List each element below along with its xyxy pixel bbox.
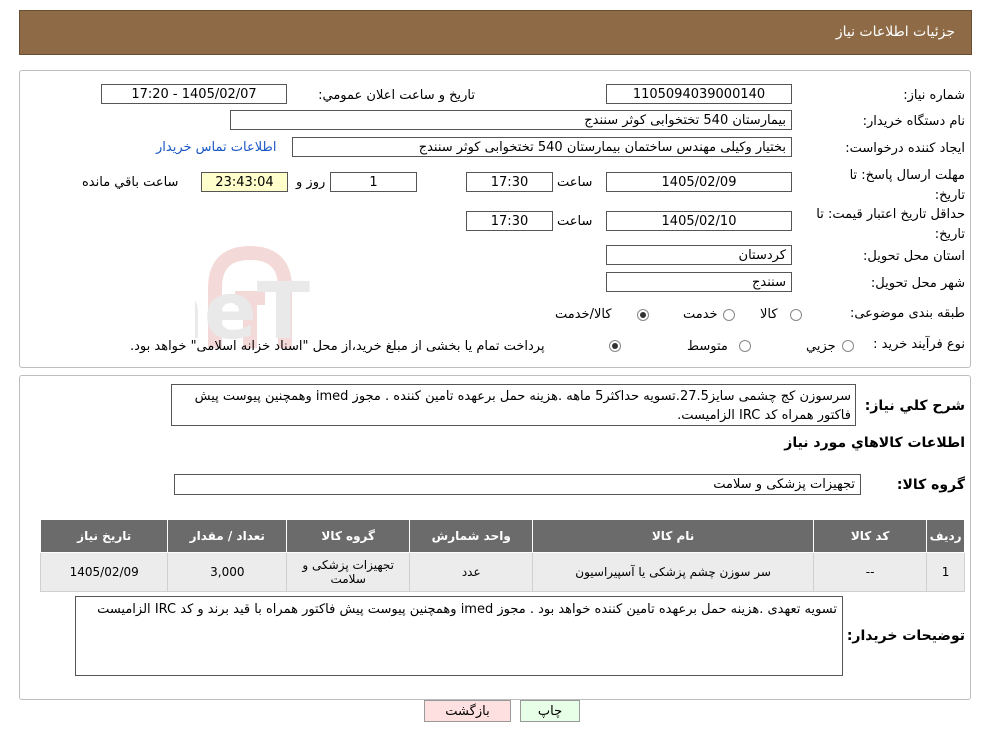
col-code: کد کالا: [812, 519, 928, 553]
process-treasury-checkbox[interactable]: [609, 340, 621, 352]
announce-label: تاریخ و ساعت اعلان عمومي:: [318, 88, 475, 103]
table-row: 1 -- سر سوزن چشم پزشکی یا آسپیراسیون عدد…: [39, 552, 965, 592]
city-label: شهر محل تحویل:: [870, 276, 965, 291]
need-number-label: شماره نیاز:: [903, 88, 965, 103]
province-field: کردستان: [606, 245, 792, 265]
description-label: شرح کلي نياز:: [864, 398, 965, 414]
page-title: جزئیات اطلاعات نیاز: [835, 24, 955, 40]
cell-group: تجهیزات پزشکی و سلامت: [286, 552, 411, 592]
cell-row: 1: [926, 552, 965, 592]
city-field: سنندج: [606, 272, 792, 292]
cell-unit: عدد: [409, 552, 534, 592]
process-medium-label: متوسط: [687, 339, 728, 354]
category-service-radio[interactable]: [723, 309, 735, 321]
requester-label: ايجاد کننده درخواست:: [845, 141, 965, 156]
goods-table: رديف کد کالا نام کالا واحد شمارش گروه کا…: [39, 519, 965, 592]
buyer-org-label: نام دستگاه خريدار:: [862, 114, 965, 129]
goods-group-field: تجهیزات پزشکی و سلامت: [174, 474, 861, 495]
need-number-field: 1105094039000140: [606, 84, 792, 104]
category-goods-service-label: کالا/خدمت: [555, 307, 612, 322]
col-group: گروه کالا: [286, 519, 411, 553]
goods-group-label: گروه کالا:: [896, 477, 965, 493]
cell-name: سر سوزن چشم پزشکی یا آسپیراسیون: [532, 552, 814, 592]
province-label: استان محل تحویل:: [863, 249, 965, 264]
buyer-org-field: بیمارستان 540 تختخوابی کوثر سنندج: [230, 110, 792, 130]
process-medium-radio[interactable]: [739, 340, 751, 352]
cell-code: --: [812, 552, 928, 592]
requester-field: بختیار وکیلی مهندس ساختمان بیمارستان 540…: [292, 137, 792, 157]
col-qty: تعداد / مقدار: [167, 519, 288, 553]
days-label: روز و: [296, 175, 326, 190]
validity-time-field: 17:30: [466, 211, 553, 231]
days-field: 1: [330, 172, 417, 192]
process-minor-label: جزیي: [806, 339, 836, 354]
send-time-label: ساعت: [557, 175, 593, 190]
send-date-field: 1405/02/09: [606, 172, 792, 192]
buyer-contact-link[interactable]: اطلاعات تماس خریدار: [156, 140, 276, 155]
cell-date: 1405/02/09: [39, 552, 169, 592]
category-service-label: خدمت: [683, 307, 718, 322]
print-button[interactable]: چاپ: [520, 700, 580, 722]
col-unit: واحد شمارش: [409, 519, 534, 553]
description-textarea[interactable]: سرسوزن کج چشمی سایز27.5.تسویه حداکثر5 ما…: [171, 384, 856, 426]
category-goods-service-radio[interactable]: [637, 309, 649, 321]
goods-section-title: اطلاعات کالاهاي مورد نياز: [784, 435, 965, 451]
process-label: نوع فرآیند خرید :: [873, 337, 965, 352]
send-deadline-label: مهلت ارسال پاسخ: تا تاریخ:: [849, 168, 965, 203]
goods-table-header: رديف کد کالا نام کالا واحد شمارش گروه کا…: [39, 519, 965, 553]
category-label: طبقه بندی موضوعی:: [849, 306, 965, 321]
cell-qty: 3,000: [167, 552, 288, 592]
buyer-notes-label: توضيحات خريدار:: [846, 628, 965, 644]
category-goods-label: کالا: [760, 307, 778, 322]
send-time-field: 17:30: [466, 172, 553, 192]
validity-date-field: 1405/02/10: [606, 211, 792, 231]
announce-field: 1405/02/07 - 17:20: [101, 84, 287, 104]
remaining-label: ساعت باقي مانده: [82, 175, 179, 190]
buyer-notes-textarea[interactable]: تسویه تعهدی .هزینه حمل برعهده تامین کنند…: [75, 596, 843, 676]
page-header: جزئیات اطلاعات نیاز: [19, 10, 972, 55]
category-goods-radio[interactable]: [790, 309, 802, 321]
back-button[interactable]: بازگشت: [424, 700, 511, 722]
process-minor-radio[interactable]: [842, 340, 854, 352]
validity-label: حداقل تاریخ اعتبار قیمت: تا تاریخ:: [816, 207, 965, 242]
col-name: نام کالا: [532, 519, 814, 553]
remaining-time-field: 23:43:04: [201, 172, 288, 192]
process-note: پرداخت تمام یا بخشی از مبلغ خرید،از محل …: [130, 339, 545, 354]
col-row: رديف: [926, 519, 965, 553]
col-date: تاريخ نياز: [39, 519, 169, 553]
validity-time-label: ساعت: [557, 214, 593, 229]
